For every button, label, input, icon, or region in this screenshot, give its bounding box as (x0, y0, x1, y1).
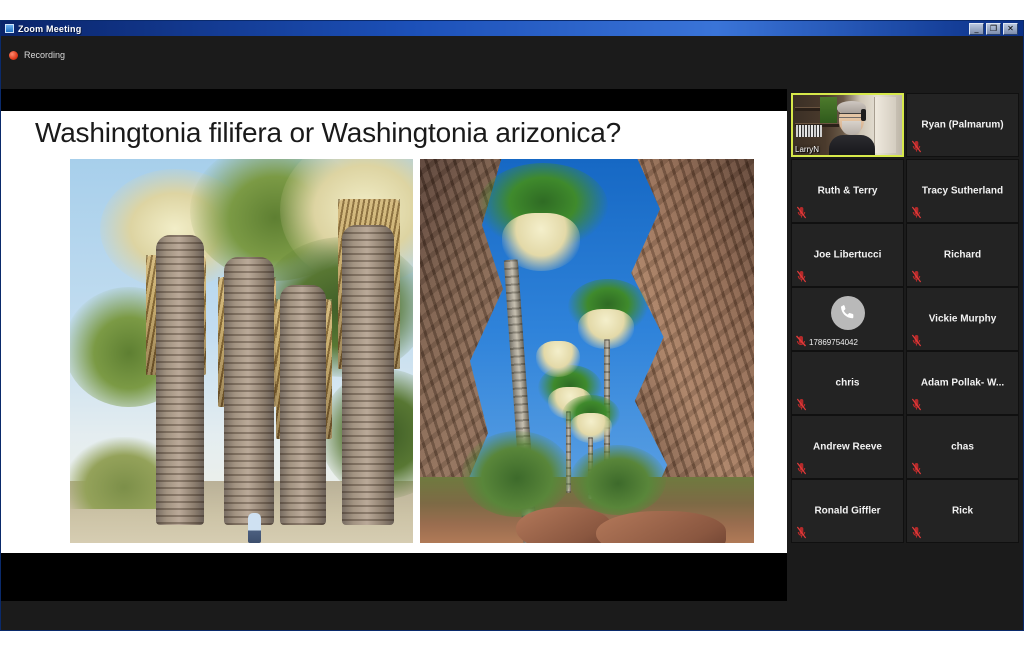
participant-name-label: Andrew Reeve (796, 442, 899, 453)
recording-indicator[interactable]: Recording (9, 50, 65, 60)
participant-name-label: chas (911, 442, 1014, 453)
microphone-muted-icon (911, 398, 922, 411)
window-bottom-area (1, 601, 1023, 631)
books (796, 125, 822, 137)
minimize-button[interactable]: _ (969, 23, 984, 35)
participant-name-label: chris (796, 378, 899, 389)
participant-name-label: Adam Pollak- W... (911, 378, 1014, 389)
close-icon: ✕ (1004, 24, 1017, 34)
window-title: Zoom Meeting (18, 24, 81, 34)
participant-tile[interactable]: Joe Libertucci (791, 223, 904, 287)
participant-name-label: Richard (911, 250, 1014, 261)
participant-tile[interactable]: Andrew Reeve (791, 415, 904, 479)
phone-icon (838, 303, 858, 323)
participant-tile-self-view[interactable]: LarryN (791, 93, 904, 157)
person-beard (842, 121, 861, 135)
headset-icon (861, 109, 866, 121)
participant-name-label: LarryN (795, 145, 819, 154)
zoom-meeting-window: Zoom Meeting _ ❐ ✕ Recording Washingtoni… (0, 20, 1024, 631)
participant-tile[interactable]: Adam Pollak- W... (906, 351, 1019, 415)
microphone-muted-icon (796, 462, 807, 475)
microphone-muted-icon (911, 270, 922, 283)
recording-dot-icon (9, 51, 18, 60)
participant-tile[interactable]: Ryan (Palmarum) (906, 93, 1019, 157)
presentation-slide: Washingtonia filifera or Washingtonia ar… (1, 111, 789, 553)
restore-button[interactable]: ❐ (986, 23, 1001, 35)
palm-trunk (280, 285, 326, 525)
microphone-muted-icon (911, 526, 922, 539)
minimize-icon: _ (970, 24, 983, 34)
participants-panel: LarryN Ryan (Palmarum) Ruth & Terry Trac (787, 89, 1023, 601)
participant-tile[interactable]: chas (906, 415, 1019, 479)
participant-tile[interactable]: Ruth & Terry (791, 159, 904, 223)
microphone-muted-icon (911, 206, 922, 219)
microphone-muted-icon (796, 270, 807, 283)
slide-title: Washingtonia filifera or Washingtonia ar… (35, 117, 755, 149)
recording-bar: Recording (1, 36, 1023, 96)
microphone-muted-icon (796, 526, 807, 539)
participant-name-label: Ruth & Terry (796, 186, 899, 197)
participant-name-label: Tracy Sutherland (911, 186, 1014, 197)
participant-tile[interactable]: Richard (906, 223, 1019, 287)
window-controls: _ ❐ ✕ (969, 23, 1021, 35)
boulder (596, 511, 726, 543)
person-for-scale (248, 513, 261, 543)
palm-trunk (342, 225, 394, 525)
shared-screen: Washingtonia filifera or Washingtonia ar… (1, 89, 789, 601)
canyon-shrub (462, 431, 572, 517)
participant-tile[interactable]: Ronald Giffler (791, 479, 904, 543)
door (874, 97, 896, 153)
microphone-muted-icon (796, 206, 807, 219)
palm-trunk (224, 257, 274, 525)
restore-icon: ❐ (987, 24, 1000, 34)
participant-name-label: Ronald Giffler (796, 506, 899, 517)
canyon-shrub (570, 445, 666, 515)
recording-label: Recording (24, 50, 65, 60)
plant (820, 97, 837, 123)
participant-tile[interactable]: chris (791, 351, 904, 415)
participant-tile[interactable]: Tracy Sutherland (906, 159, 1019, 223)
slide-photo-right (420, 159, 754, 543)
palm-trunk (156, 235, 204, 525)
participant-name-label: 17869754042 (809, 338, 858, 347)
microphone-muted-icon (911, 140, 922, 153)
participant-tile-phone[interactable]: 17869754042 (791, 287, 904, 351)
participant-tile[interactable]: Vickie Murphy (906, 287, 1019, 351)
slide-photo-left (70, 159, 413, 543)
palm-crown-skirt (536, 341, 580, 377)
participant-tile[interactable]: Rick (906, 479, 1019, 543)
microphone-muted-icon (911, 334, 922, 347)
participant-name-label: Rick (911, 506, 1014, 517)
zoom-app-icon (5, 24, 14, 33)
participant-name-label: Ryan (Palmarum) (911, 120, 1014, 131)
participant-name-label: Vickie Murphy (911, 314, 1014, 325)
person-torso (829, 135, 875, 155)
participant-name-label: Joe Libertucci (796, 250, 899, 261)
microphone-muted-icon (911, 462, 922, 475)
microphone-muted-icon (795, 335, 807, 347)
microphone-muted-icon (796, 398, 807, 411)
title-bar: Zoom Meeting _ ❐ ✕ (1, 21, 1023, 36)
phone-avatar (831, 296, 865, 330)
close-button[interactable]: ✕ (1003, 23, 1018, 35)
